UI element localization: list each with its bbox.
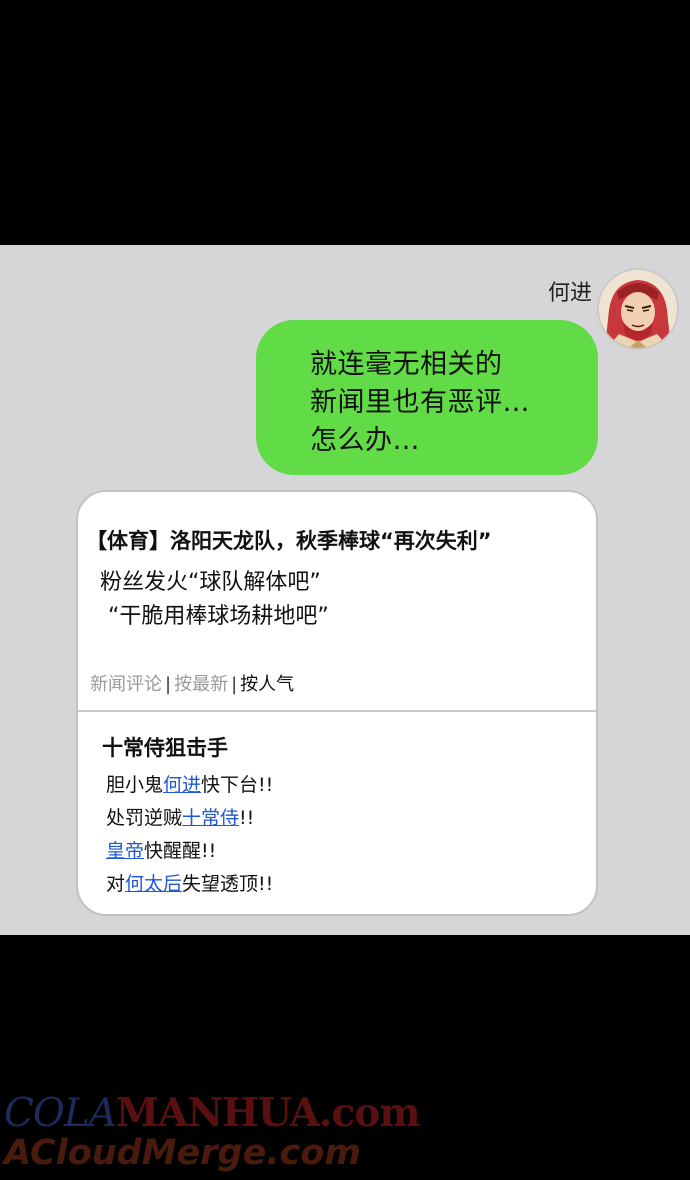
message-line: 怎么办… — [310, 425, 420, 456]
sort-newest-tab[interactable]: 按最新 — [174, 674, 228, 695]
comment-text: 失望透顶!! — [182, 873, 274, 895]
news-card[interactable]: 【体育】洛阳天龙队，秋季棒球“再次失利” 粉丝发火“球队解体吧” “干脆用棒球场… — [76, 490, 598, 916]
divider — [78, 710, 596, 712]
hashtag-link[interactable]: 皇帝 — [106, 840, 144, 862]
message-bubble[interactable]: 就连毫无相关的 新闻里也有恶评… 怎么办… — [256, 320, 598, 475]
comment-text: 快醒醒!! — [144, 840, 217, 862]
news-subline: 粉丝发火“球队解体吧” — [100, 570, 321, 595]
comment-line: 对何太后失望透顶!! — [106, 869, 273, 896]
comment-sort-bar: 新闻评论 | 按最新 | 按人气 — [90, 670, 294, 696]
comment-text: 对 — [106, 873, 126, 895]
watermark: COLAMANHUA.com — [4, 1090, 420, 1136]
sort-separator: | — [231, 674, 238, 695]
message-line: 就连毫无相关的 — [310, 349, 503, 380]
watermark: ACloudMerge.com — [4, 1133, 361, 1173]
avatar[interactable] — [597, 268, 679, 350]
comment-text: 快下台!! — [201, 774, 274, 796]
comment-text: 处罚逆贼 — [106, 807, 183, 829]
sender-name: 何进 — [547, 281, 592, 306]
watermark-text: COLA — [4, 1091, 117, 1136]
message-line: 新闻里也有恶评… — [310, 387, 530, 418]
sort-separator: | — [165, 674, 172, 695]
comment-text: !! — [239, 807, 255, 829]
comment-text: 胆小鬼 — [106, 774, 164, 796]
comment-line: 处罚逆贼十常侍!! — [106, 803, 254, 830]
hashtag-link[interactable]: 何进 — [163, 774, 201, 796]
hashtag-link[interactable]: 何太后 — [125, 873, 182, 895]
comment-author[interactable]: 十常侍狙击手 — [102, 732, 228, 762]
news-headline[interactable]: 【体育】洛阳天龙队，秋季棒球“再次失利” — [86, 525, 492, 555]
character-portrait-icon — [599, 270, 677, 348]
sort-popular-tab[interactable]: 按人气 — [240, 674, 294, 695]
comment-line: 皇帝快醒醒!! — [106, 836, 216, 863]
watermark-text: MANHUA.com — [115, 1090, 421, 1136]
news-subline: “干脆用棒球场耕地吧” — [108, 604, 329, 629]
hashtag-link[interactable]: 十常侍 — [182, 807, 239, 829]
comments-label: 新闻评论 — [90, 674, 162, 695]
comment-line: 胆小鬼何进快下台!! — [106, 770, 273, 797]
